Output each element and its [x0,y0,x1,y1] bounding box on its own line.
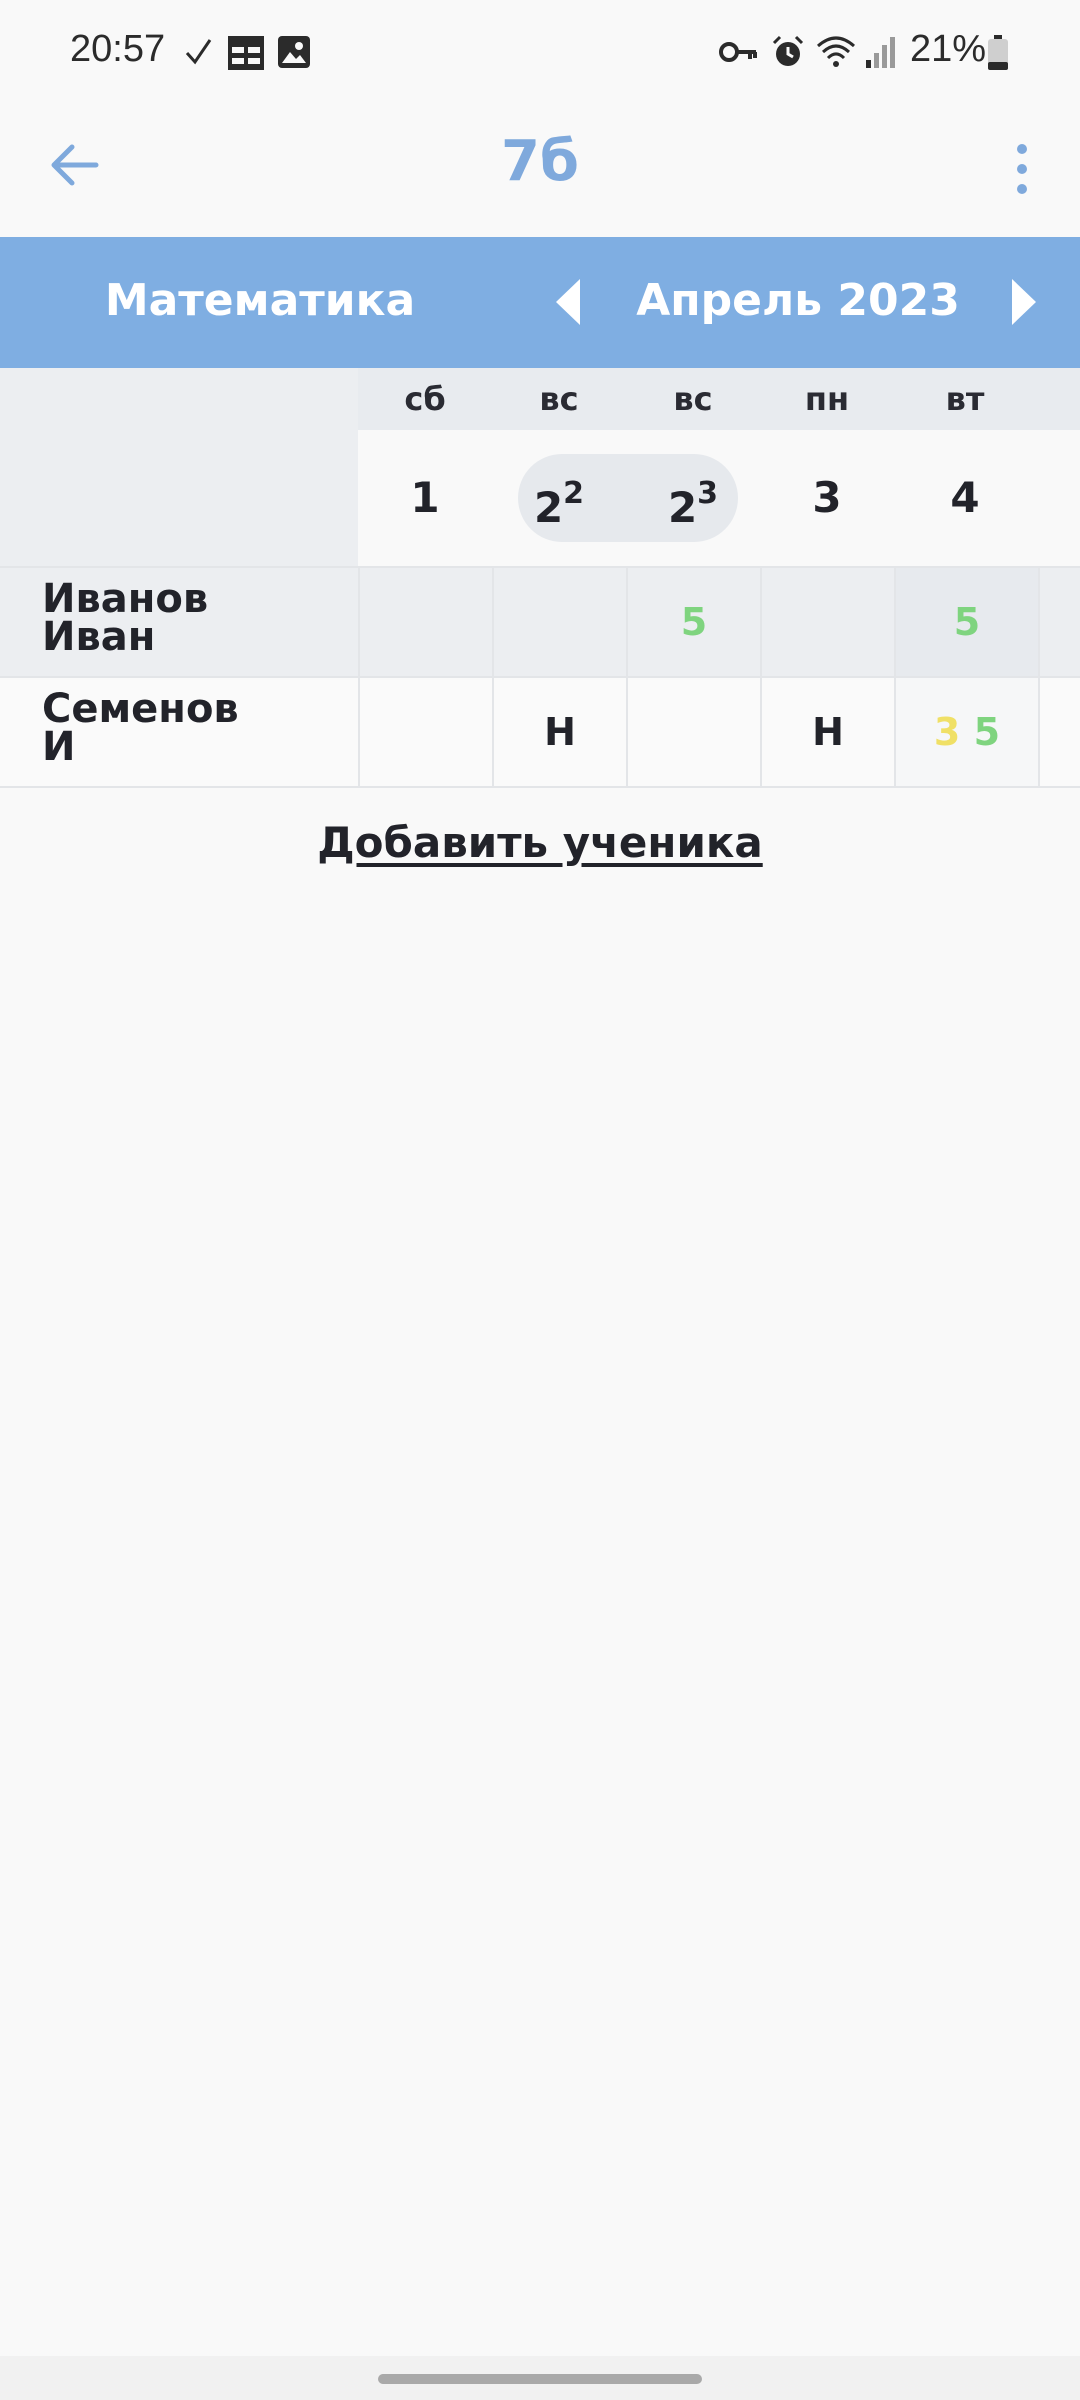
grade-cell[interactable]: Н [492,678,626,786]
weekday-cell: вс [539,380,579,418]
battery-percent: 21% [910,28,987,70]
page-title: 7б [500,129,580,194]
date-cell[interactable]: 1 [358,430,492,566]
grade-cell[interactable] [626,678,760,786]
key-icon [719,42,757,62]
grade-cell[interactable]: 5 [626,568,760,676]
date-cell[interactable]: 4 [894,430,1036,566]
battery-icon [988,35,1008,70]
signal-icon [866,37,895,68]
gesture-bar [0,2356,1080,2400]
student-firstname: Иван [42,614,156,660]
weekday-cell: сб [404,380,446,418]
date-number: 1 [410,473,440,522]
month-label: Апрель 2023 [636,275,960,326]
grade-cell[interactable] [760,568,894,676]
status-bar: 20:57 21% [0,0,1080,105]
date-number: 2 [667,483,698,532]
student-surname: Семенов [42,686,239,732]
grade-mark: 3 [933,710,961,754]
grade-mark: 5 [973,710,1001,754]
more-vert-icon[interactable] [1004,141,1040,197]
grade-cell[interactable] [1038,678,1080,786]
grade-cell[interactable] [358,678,492,786]
lesson-number: 2 [563,476,585,511]
date-cell[interactable]: 3 [760,430,894,566]
grade-cell[interactable]: 3 5 [894,678,1038,786]
lesson-number: 3 [697,476,719,511]
home-handle[interactable] [378,2374,702,2384]
student-firstname: И [42,724,76,770]
wifi-icon [817,36,855,67]
table-row: Семенов И Н Н 3 5 [0,676,1080,788]
check-icon [185,39,212,65]
grade-cell[interactable] [358,568,492,676]
grade-cell[interactable] [1038,568,1080,676]
student-name[interactable]: Семенов И [42,686,239,770]
subject-month-bar: Математика Апрель 2023 [0,237,1080,368]
date-number: 2 [533,483,564,532]
date-number: 3 [812,473,842,522]
app-bar: 7б [0,105,1080,237]
weekday-cell: вс [673,380,713,418]
weekday-cell: вт [945,380,985,418]
date-row: 1 22 23 3 4 [358,430,1080,566]
grade-cell[interactable]: 5 [894,568,1038,676]
student-surname: Иванов [42,576,209,622]
next-month-icon[interactable] [1008,277,1040,327]
add-student-link[interactable]: Добавить ученика [0,818,1080,867]
date-number: 4 [950,473,980,522]
grade-cell[interactable] [492,568,626,676]
weekday-cell: пн [804,380,850,418]
alarm-icon [772,35,804,66]
student-name[interactable]: Иванов Иван [42,576,209,660]
table-corner [0,368,358,566]
prev-month-icon[interactable] [552,277,584,327]
subject-selector[interactable]: Математика [0,275,520,326]
weekday-row: сб вс вс пн вт [358,368,1080,430]
table-row: Иванов Иван 5 5 [0,566,1080,676]
status-time: 20:57 [70,28,166,70]
grade-cell[interactable]: Н [760,678,894,786]
date-cell[interactable]: 23 [626,430,760,566]
date-cell[interactable]: 22 [492,430,626,566]
image-icon [278,36,310,68]
grid-icon [228,36,264,70]
